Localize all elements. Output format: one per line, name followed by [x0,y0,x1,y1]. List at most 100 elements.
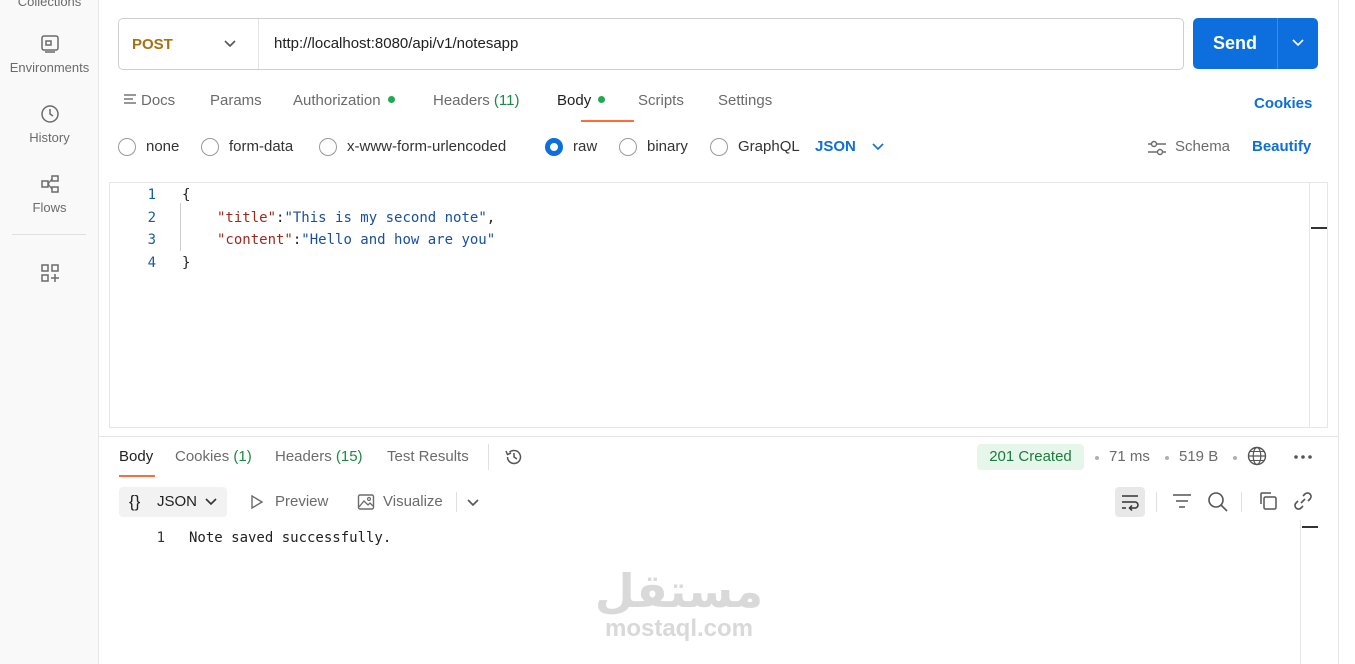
active-tab-underline [581,120,634,122]
watermark: مستقل mostaql.com [594,566,764,642]
radio-circle-selected [545,138,563,156]
status-dot [387,95,395,103]
sidebar-item-label: Flows [32,200,67,215]
schema-label: Schema [1175,138,1231,155]
tab-body[interactable]: Body [557,92,606,109]
response-size[interactable]: 519 B [1179,448,1218,465]
toolbar-separator [1156,492,1157,512]
chevron-down-icon[interactable] [466,496,480,510]
chevron-down-icon[interactable] [1291,36,1305,50]
tab-label: Headers [433,92,490,109]
braces-icon: {} [129,492,141,511]
panel-border [1338,0,1339,664]
tab-separator [488,444,489,470]
filter-icon[interactable] [1172,490,1192,512]
radio-circle [319,138,337,156]
tab-scripts[interactable]: Scripts [638,92,684,109]
body-editor[interactable]: 1 2 3 4 { "title":"This is my second not… [109,182,1328,428]
response-tab-headers[interactable]: Headers (15) [275,448,363,465]
play-icon [251,494,264,510]
response-divider[interactable] [99,436,1338,437]
history-icon[interactable] [504,447,524,467]
preview-label: Preview [275,493,329,510]
scrollbar-thumb[interactable] [1311,227,1327,229]
cookies-count: (1) [233,448,252,465]
code-line: "title":"This is my second note", [217,210,495,226]
toolbar-separator [1241,492,1242,512]
visualize-label: Visualize [383,493,443,510]
tab-authorization[interactable]: Authorization [293,92,395,109]
sidebar: Collections Environments History Flows [0,0,99,664]
sidebar-item-label: Environments [9,60,90,75]
tab-params[interactable]: Params [210,92,262,109]
method-select[interactable]: POST [119,19,259,69]
tab-headers[interactable]: Headers (11) [433,92,519,109]
active-tab-underline [119,475,155,477]
sidebar-item-environments[interactable]: Environments [0,34,99,75]
format-label: JSON [157,493,198,510]
response-format-select[interactable]: {} JSON [119,487,227,517]
radio-circle [619,138,637,156]
tab-label: Cookies [175,448,230,465]
add-workbench-icon [40,264,59,282]
sidebar-item-label: Collections [17,0,82,9]
watermark-latin: mostaql.com [604,615,754,642]
indent-guide [180,203,181,251]
line-number: 3 [147,232,156,248]
sidebar-divider [12,234,86,235]
code-line: } [182,255,190,271]
url-input[interactable]: http://localhost:8080/api/v1/notesapp [274,35,518,52]
json-comma: , [486,210,496,226]
response-body-text[interactable]: Note saved successfully. [189,530,391,546]
response-tab-body[interactable]: Body [119,448,153,465]
tab-label: Settings [718,92,773,109]
chevron-down-icon [224,40,236,48]
chevron-down-icon[interactable] [871,140,885,154]
send-split-divider [1277,18,1278,69]
tab-settings[interactable]: Settings [718,92,772,109]
send-button[interactable]: Send [1193,33,1277,54]
headers-count: (11) [493,92,520,109]
line-number: 1 [147,187,156,203]
code-brace: } [182,255,191,271]
globe-icon[interactable] [1247,446,1267,466]
tab-label: Authorization [293,92,381,109]
tab-label: Body [119,448,154,465]
sidebar-item-label: History [29,130,70,145]
editor-scrollbar[interactable] [1309,183,1310,427]
line-number: 4 [147,255,156,271]
separator-dot [1233,456,1237,460]
tab-docs[interactable]: Docs [123,92,175,109]
scrollbar-thumb[interactable] [1302,526,1318,528]
radio-label: none [146,138,180,155]
sidebar-item-flows[interactable]: Flows [0,174,99,215]
separator-dot [1165,456,1169,460]
more-options-icon[interactable] [1293,452,1313,462]
sidebar-item-history[interactable]: History [0,104,99,145]
raw-format-select[interactable]: JSON [815,138,856,155]
radio-circle [201,138,219,156]
wrap-lines-button[interactable] [1115,487,1145,517]
json-value: "Hello and how are you" [301,232,496,248]
schema-icon [1148,140,1166,156]
radio-label: raw [573,138,598,155]
response-tab-test-results[interactable]: Test Results [387,448,469,465]
search-icon[interactable] [1207,490,1229,512]
send-button-group: Send [1193,18,1318,69]
watermark-arabic: مستقل [594,564,764,618]
image-icon [357,494,375,510]
environments-icon [40,35,59,53]
toolbar-separator [456,492,457,512]
status-badge[interactable]: 201 Created [977,444,1084,470]
sidebar-item-add[interactable] [0,263,99,289]
sidebar-item-collections[interactable]: Collections [0,0,99,9]
url-bar: POST http://localhost:8080/api/v1/notesa… [118,18,1184,70]
beautify-button[interactable]: Beautify [1252,138,1311,155]
radio-label: GraphQL [738,138,800,155]
copy-icon[interactable] [1257,490,1279,512]
link-icon[interactable] [1292,490,1314,512]
response-tab-cookies[interactable]: Cookies (1) [175,448,252,465]
response-scrollbar[interactable] [1300,520,1301,664]
response-time[interactable]: 71 ms [1109,448,1150,465]
cookies-link[interactable]: Cookies [1254,95,1312,112]
